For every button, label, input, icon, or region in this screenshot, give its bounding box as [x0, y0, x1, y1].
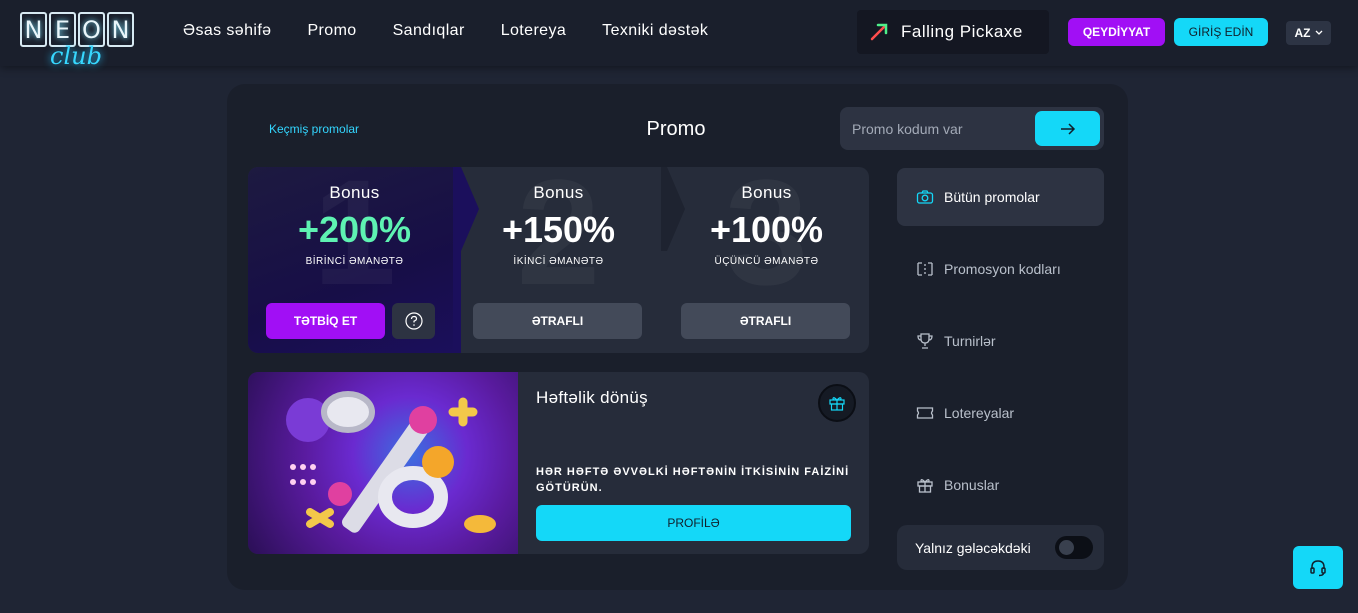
bonus-subtitle: BİRİNCİ ƏMANƏTƏ [305, 256, 404, 267]
future-only-filter: Yalnız gələcəkdəki [897, 525, 1104, 570]
page-title: Promo [646, 118, 706, 140]
bonus-label: Bonus [329, 183, 380, 202]
bonus-subtitle: ÜÇÜNCÜ ƏMANƏTƏ [714, 256, 819, 267]
sidebar-item-bonuses[interactable]: Bonuslar [897, 456, 1104, 514]
bonus-card-second: 2 Bonus +150% İKİNCİ ƏMANƏTƏ ƏTRAFLI [455, 167, 662, 353]
pickaxe-icon [870, 23, 888, 41]
nav-chests[interactable]: Sandıqlar [393, 22, 465, 40]
promo-code-icon [917, 262, 933, 276]
sidebar-item-label: Promosyon kodları [944, 261, 1061, 277]
promo-submit-button[interactable] [1035, 111, 1100, 146]
help-button[interactable] [392, 303, 435, 339]
bonus-percent: +150% [501, 209, 616, 250]
toggle-knob [1059, 540, 1074, 555]
sidebar-item-all-promos[interactable]: Bütün promolar [897, 168, 1104, 226]
nav-home[interactable]: Əsas səhifə [183, 22, 271, 40]
bonus-details-button[interactable]: ƏTRAFLI [681, 303, 850, 339]
register-button[interactable]: QEYDİYYAT [1068, 18, 1165, 46]
featured-game-badge[interactable]: Falling Pickaxe [857, 10, 1049, 54]
sidebar-item-promo-codes[interactable]: Promosyon kodları [897, 240, 1104, 298]
deposit-bonuses: 1 Bonus +200% BİRİNCİ ƏMANƏTƏ TƏTBİQ ET … [248, 167, 869, 353]
bonus-card-first: 1 Bonus +200% BİRİNCİ ƏMANƏTƏ TƏTBİQ ET [248, 167, 461, 353]
future-only-toggle[interactable] [1055, 536, 1093, 559]
promo-code-form [840, 107, 1104, 150]
bonus-label: Bonus [533, 183, 584, 202]
main-nav: Əsas səhifə Promo Sandıqlar Lotereya Tex… [183, 22, 708, 40]
past-promos-link[interactable]: Keçmiş promolar [269, 122, 359, 136]
gift-badge [818, 384, 856, 422]
gift-icon [829, 397, 845, 411]
promo-code-input[interactable] [840, 107, 1034, 150]
go-to-profile-button[interactable]: PROFİLƏ [536, 505, 851, 541]
bonus-label: Bonus [741, 183, 792, 202]
bonus-percent: +200% [297, 209, 412, 250]
question-icon [404, 312, 423, 330]
ticket-icon [916, 407, 934, 419]
login-button[interactable]: GİRİŞ EDİN [1174, 18, 1268, 46]
nav-support[interactable]: Texniki dəstək [602, 22, 708, 40]
trophy-icon [917, 333, 933, 349]
sidebar-item-tournaments[interactable]: Turnirlər [897, 312, 1104, 370]
bonus-details-button[interactable]: ƏTRAFLI [473, 303, 642, 339]
gift-icon [917, 479, 933, 493]
arrow-right-icon [1060, 122, 1075, 135]
top-header: N E O N club Əsas səhifə Promo Sandıqlar… [0, 0, 1358, 70]
language-code: AZ [1294, 26, 1311, 40]
sidebar-item-label: Turnirlər [944, 333, 996, 349]
featured-game-name: Falling Pickaxe [901, 22, 1023, 41]
percent-illustration [286, 391, 496, 533]
camera-icon [916, 190, 934, 204]
nav-promo[interactable]: Promo [307, 22, 356, 40]
sidebar-item-lotteries[interactable]: Lotereyalar [897, 384, 1104, 442]
sidebar-item-label: Bonuslar [944, 477, 1000, 493]
bonus-subtitle: İKİNCİ ƏMANƏTƏ [513, 256, 604, 267]
support-chat-button[interactable] [1293, 546, 1343, 589]
toggle-label: Yalnız gələcəkdəki [915, 539, 1031, 556]
weekly-promo-image [248, 372, 518, 554]
bonus-card-third: 3 Bonus +100% ÜÇÜNCÜ ƏMANƏTƏ ƏTRAFLI [663, 167, 869, 353]
chevron-down-icon [1315, 30, 1322, 35]
weekly-description: HƏR HƏFTƏ ƏVVƏLKİ HƏFTƏNİN İTKİSİNİN FAİ… [536, 466, 850, 494]
nav-lottery[interactable]: Lotereya [501, 22, 566, 40]
language-selector[interactable]: AZ [1286, 21, 1331, 45]
logo-letter: N [20, 12, 47, 47]
sidebar-item-label: Bütün promolar [944, 189, 1040, 205]
logo-club-script: club [50, 42, 102, 70]
logo-letter: N [107, 12, 134, 47]
neon-club-logo[interactable]: N E O N club [20, 12, 140, 74]
bonus-percent: +100% [709, 209, 824, 250]
apply-bonus-button[interactable]: TƏTBİQ ET [266, 303, 385, 339]
headset-icon [1310, 559, 1326, 576]
weekly-title: Həftəlik dönüş [536, 388, 648, 407]
sidebar-item-label: Lotereyalar [944, 405, 1015, 421]
weekly-cashback-card: Həftəlik dönüş HƏR HƏFTƏ ƏVVƏLKİ HƏFTƏNİ… [248, 372, 869, 554]
